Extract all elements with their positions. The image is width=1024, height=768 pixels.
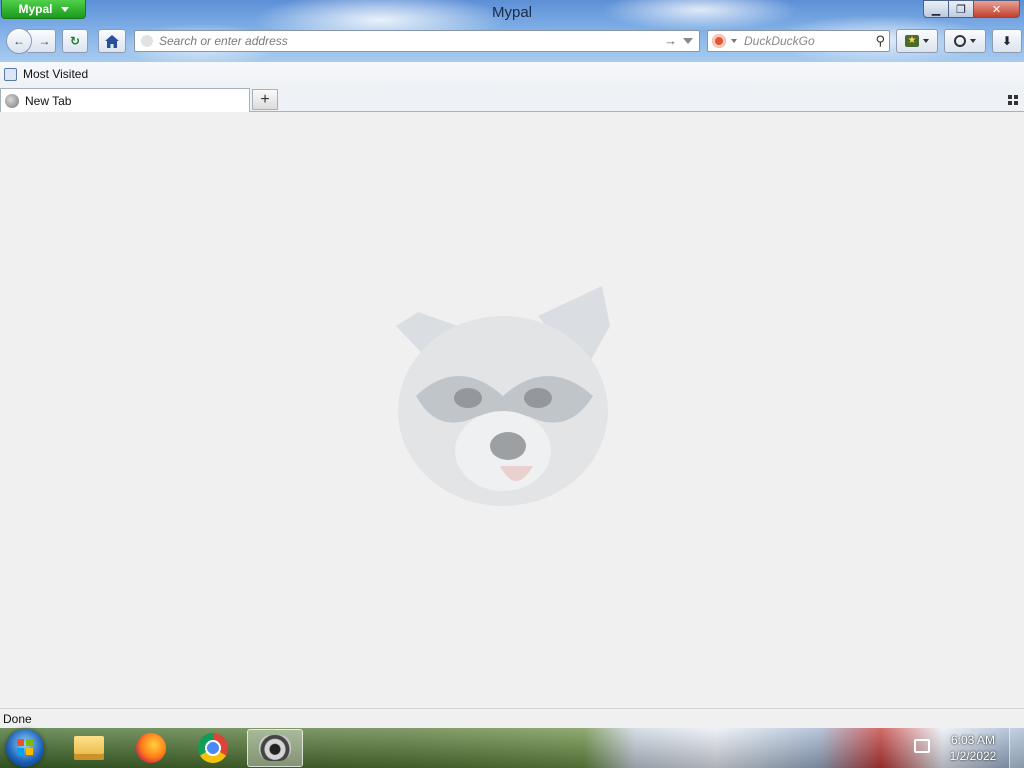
history-button[interactable] bbox=[944, 29, 986, 53]
status-bar: Done bbox=[0, 708, 1024, 728]
taskbar-clock[interactable]: 6:03 AM 1/2/2022 bbox=[938, 732, 1008, 764]
plus-icon: + bbox=[260, 90, 270, 108]
address-bar[interactable]: → bbox=[134, 30, 700, 52]
mypal-raccoon-logo bbox=[396, 286, 610, 506]
close-button[interactable]: ✕ bbox=[974, 0, 1020, 18]
search-engine-dropdown-icon[interactable] bbox=[731, 39, 737, 43]
back-button[interactable]: ← bbox=[6, 28, 32, 54]
restore-button[interactable]: ❐ bbox=[949, 0, 974, 18]
new-tab-button[interactable]: + bbox=[252, 89, 278, 110]
new-tab-page bbox=[0, 112, 1024, 708]
status-text: Done bbox=[3, 712, 32, 726]
start-button[interactable] bbox=[6, 729, 44, 767]
show-desktop-button[interactable] bbox=[1009, 728, 1024, 768]
downloads-button[interactable]: ⬇ bbox=[992, 29, 1022, 53]
chevron-down-icon bbox=[923, 39, 929, 43]
tab-new-tab[interactable]: New Tab bbox=[0, 88, 250, 112]
browser-chrome: Mypal Mypal ▁ ❐ ✕ ← → ↻ → ⚲ ★ bbox=[0, 0, 1024, 62]
clock-icon bbox=[954, 35, 966, 47]
taskbar-mypal[interactable] bbox=[247, 729, 303, 767]
restore-icon: ❐ bbox=[956, 3, 966, 16]
taskbar-firefox[interactable] bbox=[123, 729, 179, 767]
address-input[interactable] bbox=[159, 33, 659, 49]
window-controls: ▁ ❐ ✕ bbox=[923, 0, 1020, 18]
minimize-button[interactable]: ▁ bbox=[923, 0, 949, 18]
reload-button[interactable]: ↻ bbox=[62, 29, 88, 53]
chevron-down-icon bbox=[970, 39, 976, 43]
taskbar-chrome[interactable] bbox=[185, 729, 241, 767]
tab-strip: New Tab + bbox=[0, 88, 1024, 112]
home-icon bbox=[105, 34, 119, 48]
minimize-icon: ▁ bbox=[931, 3, 941, 16]
search-icon[interactable]: ⚲ bbox=[875, 33, 885, 49]
clock-time: 6:03 AM bbox=[950, 733, 996, 747]
close-icon: ✕ bbox=[991, 3, 1002, 16]
bookmark-most-visited[interactable]: Most Visited bbox=[4, 67, 88, 81]
tab-list-grid-icon[interactable] bbox=[1008, 95, 1018, 105]
duckduckgo-icon[interactable] bbox=[712, 34, 726, 48]
arrow-left-icon: ← bbox=[13, 34, 25, 48]
clock-date: 1/2/2022 bbox=[949, 749, 997, 763]
windows-logo-icon bbox=[17, 739, 33, 755]
file-explorer-icon bbox=[74, 736, 104, 760]
window-title: Mypal bbox=[491, 4, 532, 21]
url-history-dropdown-icon[interactable] bbox=[683, 38, 693, 44]
go-arrow-icon[interactable]: → bbox=[664, 33, 677, 48]
chrome-icon bbox=[198, 733, 228, 763]
tab-label: New Tab bbox=[25, 93, 72, 108]
folder-search-icon bbox=[4, 67, 17, 81]
site-identity-icon[interactable] bbox=[141, 35, 153, 47]
download-arrow-icon: ⬇ bbox=[1001, 34, 1013, 48]
globe-icon bbox=[5, 93, 19, 108]
bookmarks-toolbar: Most Visited bbox=[0, 62, 1024, 88]
taskbar-file-explorer[interactable] bbox=[61, 729, 117, 767]
mypal-icon bbox=[259, 735, 291, 761]
forward-button[interactable]: → bbox=[28, 29, 56, 53]
bookmark-star-icon: ★ bbox=[905, 35, 919, 47]
windows-taskbar: 6:03 AM 1/2/2022 bbox=[0, 728, 1024, 768]
search-input[interactable] bbox=[744, 33, 864, 49]
search-bar[interactable]: ⚲ bbox=[707, 30, 890, 52]
network-icon[interactable] bbox=[914, 739, 930, 753]
firefox-icon bbox=[136, 733, 166, 763]
reload-icon: ↻ bbox=[69, 34, 81, 48]
bookmarks-menu-button[interactable]: ★ bbox=[896, 29, 938, 53]
bookmark-label: Most Visited bbox=[23, 67, 89, 81]
arrow-right-icon: → bbox=[38, 34, 51, 48]
home-button[interactable] bbox=[98, 29, 126, 53]
